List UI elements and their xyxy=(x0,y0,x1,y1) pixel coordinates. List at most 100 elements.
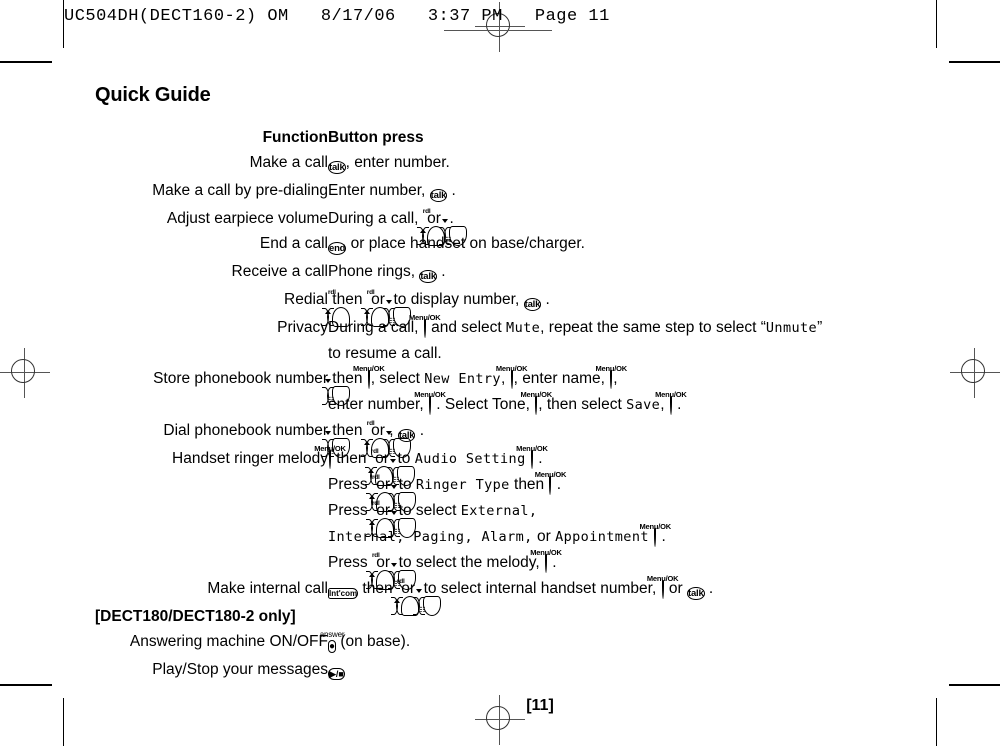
menu-ok-key-icon[interactable]: Menu/OK xyxy=(516,444,548,472)
crop-mark-bottom-left-vertical xyxy=(63,698,65,746)
menu-ok-key-icon[interactable]: Menu/OK xyxy=(314,444,346,472)
crop-mark-bottom-right-horizontal xyxy=(949,684,1000,686)
model-note-row: [DECT180/DECT180-2 only] xyxy=(95,604,925,629)
menu-ok-key-caption: Menu/OK xyxy=(314,444,346,453)
crop-mark-bottom-right-vertical xyxy=(936,698,938,746)
instruction-text: (on base). xyxy=(336,633,411,650)
menu-ok-key-caption: Menu/OK xyxy=(595,364,627,373)
function-label: Dial phonebook number xyxy=(163,422,328,439)
menu-ok-key-caption: Menu/OK xyxy=(495,364,528,373)
instruction-text: , enter number. xyxy=(345,154,450,171)
button-press-cell: Phone rings, talk . xyxy=(328,259,925,287)
display-text: Internal, Paging, Alarm, xyxy=(328,529,533,545)
crop-mark-top-left-horizontal xyxy=(0,61,52,63)
menu-ok-key-caption: Menu/OK xyxy=(414,390,446,399)
answer-key-icon[interactable]: answer ● xyxy=(320,630,345,657)
menu-ok-key-caption: Menu/OK xyxy=(530,548,562,557)
instruction-line: Enter number, talk . xyxy=(328,178,925,206)
intcom-key-icon[interactable]: Int'com xyxy=(328,579,359,604)
page-title: Quick Guide xyxy=(95,84,211,106)
instruction-line: talk, enter number. xyxy=(328,150,925,178)
menu-ok-key-icon[interactable]: Menu/OK xyxy=(353,364,385,392)
talk-key-icon[interactable]: talk xyxy=(686,579,705,604)
instruction-text: to select the melody, xyxy=(394,554,544,571)
talk-key-label: talk xyxy=(397,429,416,442)
table-row: Play/Stop your messages ▶/■ xyxy=(95,657,925,685)
menu-ok-key-icon[interactable]: Menu/OK xyxy=(655,390,687,418)
table-row: Dial phonebook number ☷ then rdl or ☷, ta… xyxy=(95,418,925,458)
column-header-button-press: Button press xyxy=(328,129,424,146)
talk-key-label: talk xyxy=(328,161,346,174)
display-text: Appointment xyxy=(555,529,649,545)
intcom-key-label: Int'com xyxy=(328,588,359,599)
button-press-cell: ☷ then Menu/OK, select New Entry, Menu/O… xyxy=(322,364,925,418)
registration-mark-left xyxy=(0,348,50,398)
instruction-text: . xyxy=(541,291,550,308)
display-text: Audio Setting xyxy=(414,451,526,467)
menu-ok-key-icon[interactable]: Menu/OK xyxy=(409,313,441,341)
crop-mark-bottom-left-horizontal xyxy=(0,684,52,686)
table-row: Receive a call Phone rings, talk . xyxy=(95,259,925,287)
table-row: Make a call by pre-dialing Enter number, … xyxy=(95,178,925,206)
menu-ok-key-icon[interactable]: Menu/OK xyxy=(414,390,446,418)
display-text: Ringer Type xyxy=(415,477,510,493)
function-label: Receive a call xyxy=(231,263,329,280)
page-number: [11] xyxy=(526,697,554,714)
table-row: Adjust earpiece volume During a call, rdl… xyxy=(95,206,925,246)
talk-key-icon[interactable]: talk xyxy=(397,421,416,446)
end-key-icon[interactable]: end xyxy=(328,234,347,259)
button-press-cell: Menu/OK then rdl or ☷ to Audio Setting M… xyxy=(314,444,925,590)
function-label: Handset ringer melody xyxy=(172,450,328,467)
model-note: [DECT180/DECT180-2 only] xyxy=(95,608,296,625)
instruction-text: to select internal handset number, xyxy=(419,580,661,597)
button-press-cell: talk, enter number. xyxy=(328,150,925,178)
menu-ok-key-icon[interactable]: Menu/OK xyxy=(647,574,679,602)
button-press-cell: ▶/■ xyxy=(328,657,925,685)
display-text: Mute xyxy=(506,320,541,336)
instruction-text: . Select Tone, xyxy=(431,396,535,413)
instruction-text: . xyxy=(447,182,456,199)
table-row: Redial rdl then rdl or ☷ to display numbe… xyxy=(95,287,925,327)
print-header-stamp: UC504DH(DECT160-2) OM 8/17/06 3:37 PM Pa… xyxy=(64,7,610,26)
instruction-line: During a call, rdl or ☷ . xyxy=(328,206,925,246)
button-press-cell: Int'com then rdl or ☷ to select internal… xyxy=(328,574,925,616)
menu-ok-key-caption: Menu/OK xyxy=(655,390,687,399)
menu-ok-key-icon[interactable]: Menu/OK xyxy=(595,364,627,392)
table-row: Store phonebook number ☷ then Menu/OK, se… xyxy=(95,364,925,418)
talk-key-icon[interactable]: talk xyxy=(523,290,542,315)
page-content: Quick Guide Function Button press Make a… xyxy=(95,84,925,715)
talk-key-icon[interactable]: talk xyxy=(429,181,448,206)
instruction-text: Phone rings, xyxy=(328,263,420,280)
table-row: Handset ringer melody Menu/OK then rdl or… xyxy=(95,444,925,590)
instruction-line: Press rdl or ☷ to select the melody, Men… xyxy=(328,548,925,590)
menu-ok-key-icon[interactable]: Menu/OK xyxy=(496,364,528,392)
function-label: Make a call by pre-dialing xyxy=(152,182,328,199)
menu-ok-key-caption: Menu/OK xyxy=(520,390,552,399)
table-row: End a call end or place handset on base/c… xyxy=(95,231,925,259)
play-stop-key-icon[interactable]: ▶/■ xyxy=(328,660,345,685)
menu-ok-key-icon[interactable]: Menu/OK xyxy=(530,548,562,576)
function-label: Play/Stop your messages xyxy=(152,661,328,678)
instruction-line: Press rdl or ☷ to select External, xyxy=(328,500,538,538)
talk-key-icon[interactable]: talk xyxy=(328,153,346,178)
crop-mark-top-right-horizontal xyxy=(949,61,1000,63)
instruction-text: Enter number, xyxy=(328,182,430,199)
instruction-line: Menu/OK then rdl or ☷ to Audio Setting M… xyxy=(314,444,925,486)
menu-ok-key-icon[interactable]: Menu/OK xyxy=(535,470,566,498)
instruction-text: ” xyxy=(817,319,823,336)
function-label: Privacy xyxy=(277,319,328,336)
menu-ok-key-caption: Menu/OK xyxy=(409,313,441,322)
header-rule-right xyxy=(500,30,552,31)
display-text: Unmute xyxy=(765,320,818,336)
menu-ok-key-caption: Menu/OK xyxy=(516,444,548,453)
instruction-line: ☷ then rdl or ☷, talk . xyxy=(322,418,925,458)
table-row: Make internal call Int'com then rdl or ☷ … xyxy=(95,574,925,616)
menu-ok-key-icon[interactable]: Menu/OK xyxy=(520,390,552,418)
talk-key-icon[interactable]: talk xyxy=(419,262,437,287)
menu-ok-key-caption: Menu/OK xyxy=(534,470,567,479)
instruction-text: , repeat the same step to select “ xyxy=(540,319,766,336)
registration-mark-right xyxy=(950,348,1000,398)
menu-ok-key-icon[interactable]: Menu/OK xyxy=(639,522,671,550)
instruction-line: answer ● (on base). xyxy=(320,629,925,657)
instruction-line: Int'com then rdl or ☷ to select internal… xyxy=(328,574,925,616)
